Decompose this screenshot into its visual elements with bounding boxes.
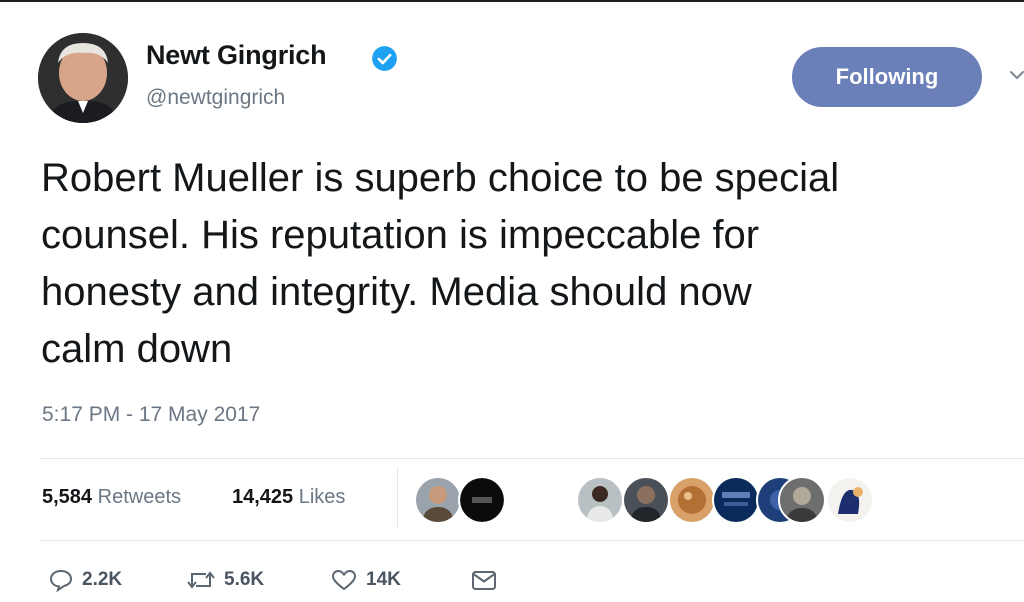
liker-avatar[interactable] xyxy=(826,476,874,524)
liker-avatar[interactable] xyxy=(712,476,760,524)
author-handle[interactable]: @newtgingrich xyxy=(146,86,285,110)
profile-photo-icon xyxy=(38,33,128,123)
liker-avatar[interactable] xyxy=(458,476,506,524)
author-avatar[interactable] xyxy=(38,33,128,123)
retweet-icon xyxy=(187,571,215,589)
tweet-text: Robert Mueller is superb choice to be sp… xyxy=(41,156,840,371)
reply-action[interactable]: 2.2K xyxy=(48,566,122,594)
direct-message-action[interactable] xyxy=(470,566,498,594)
liker-avatar[interactable] xyxy=(414,476,462,524)
stats-divider xyxy=(397,468,398,528)
liker-avatar[interactable] xyxy=(576,476,624,524)
like-action[interactable]: 14K xyxy=(330,566,401,594)
liker-avatar[interactable] xyxy=(778,476,826,524)
liker-avatar[interactable] xyxy=(622,476,670,524)
top-border xyxy=(0,0,1024,2)
divider xyxy=(40,458,1024,459)
divider xyxy=(40,540,1024,541)
chevron-down-icon[interactable] xyxy=(1008,68,1024,82)
retweet-count: 5.6K xyxy=(224,569,265,590)
following-button[interactable]: Following xyxy=(792,47,982,107)
heart-icon xyxy=(331,569,357,591)
author-name[interactable]: Newt Gingrich xyxy=(146,40,327,71)
retweets-count: 5,584 xyxy=(42,486,93,508)
retweets-stat[interactable]: 5,584 Retweets xyxy=(42,486,181,509)
retweet-action[interactable]: 5.6K xyxy=(186,566,264,594)
liker-avatar[interactable] xyxy=(668,476,716,524)
reply-count: 2.2K xyxy=(82,569,123,590)
reply-icon xyxy=(49,569,73,592)
retweets-label: Retweets xyxy=(97,486,181,508)
verified-badge-icon xyxy=(372,46,397,71)
likes-label: Likes xyxy=(298,486,346,508)
like-count: 14K xyxy=(366,569,401,590)
envelope-icon xyxy=(472,571,496,590)
tweet-timestamp[interactable]: 5:17 PM - 17 May 2017 xyxy=(42,403,260,427)
likes-count: 14,425 xyxy=(232,486,294,508)
likes-stat[interactable]: 14,425 Likes xyxy=(232,486,345,509)
